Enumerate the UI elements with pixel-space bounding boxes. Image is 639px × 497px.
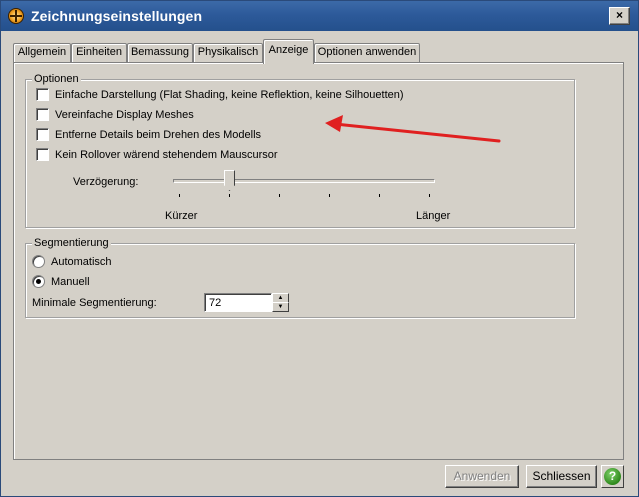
radio-button[interactable] (32, 255, 45, 268)
tab-anzeige[interactable]: Anzeige (263, 39, 314, 64)
tab-optionen-anwenden[interactable]: Optionen anwenden (314, 43, 420, 63)
tab-physikalisch[interactable]: Physikalisch (193, 43, 263, 63)
window-title: Zeichnungseinstellungen (31, 8, 203, 24)
checkbox-box[interactable] (36, 108, 49, 121)
slider-tick (279, 194, 280, 197)
radio-label: Automatisch (51, 256, 112, 268)
slider-tick (329, 194, 330, 197)
annotation-arrow-icon (325, 115, 501, 143)
slider-max-label: Länger (416, 210, 451, 222)
radio-button[interactable] (32, 275, 45, 288)
tab-einheiten[interactable]: Einheiten (71, 43, 127, 63)
close-dialog-button[interactable]: Schliessen (526, 465, 597, 488)
checkbox-label: Vereinfache Display Meshes (55, 109, 194, 121)
apply-button[interactable]: Anwenden (445, 465, 519, 488)
slider-min-label: Kürzer (165, 210, 198, 222)
drawing-settings-dialog: Zeichnungseinstellungen × Allgemein Einh… (0, 0, 639, 497)
radio-label: Manuell (51, 276, 90, 288)
title-bar[interactable]: Zeichnungseinstellungen × (1, 1, 638, 31)
help-button[interactable]: ? (601, 465, 624, 488)
help-icon: ? (604, 468, 621, 485)
slider-tick (429, 194, 430, 197)
checkbox-box[interactable] (36, 148, 49, 161)
min-segmentation-input[interactable] (204, 293, 272, 312)
spin-down-button[interactable]: ▼ (272, 302, 289, 312)
app-icon (8, 8, 24, 24)
min-segmentation-spinner: ▲ ▼ (272, 293, 289, 312)
min-segmentation-label: Minimale Segmentierung: (32, 297, 157, 309)
delay-label: Verzögerung: (73, 176, 139, 188)
segmentation-group-label: Segmentierung (32, 236, 111, 250)
checkbox-label: Kein Rollover wärend stehendem Mauscurso… (55, 149, 278, 161)
slider-tick (179, 194, 180, 197)
delay-slider-track[interactable] (173, 179, 435, 183)
checkbox-label: Einfache Darstellung (Flat Shading, kein… (55, 89, 404, 101)
close-button[interactable]: × (609, 7, 630, 25)
options-group-label: Optionen (32, 72, 81, 86)
tab-allgemein[interactable]: Allgemein (13, 43, 71, 63)
slider-tick (379, 194, 380, 197)
checkbox-label: Entferne Details beim Drehen des Modells (55, 129, 262, 141)
tab-bemassung[interactable]: Bemassung (127, 43, 193, 63)
checkbox-box[interactable] (36, 128, 49, 141)
checkbox-box[interactable] (36, 88, 49, 101)
slider-tick (229, 194, 230, 197)
